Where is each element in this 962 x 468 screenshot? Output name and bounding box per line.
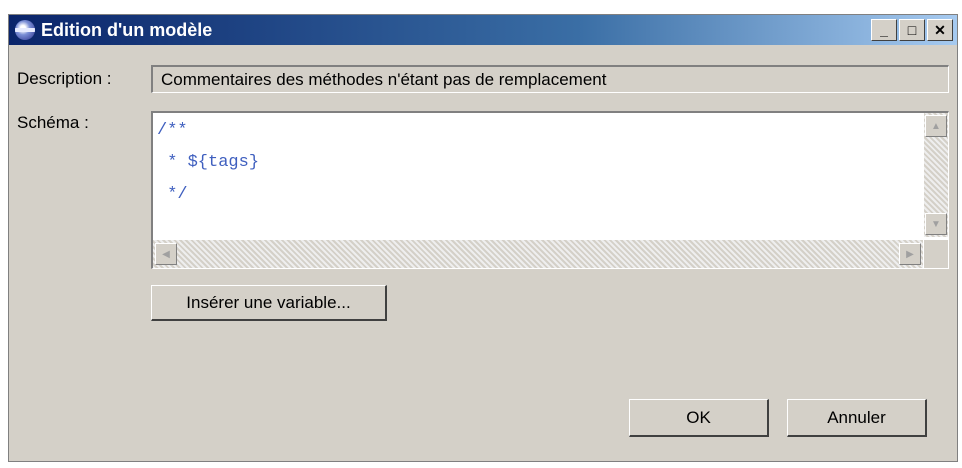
schema-label: Schéma : [17, 113, 89, 132]
scroll-left-icon[interactable]: ◀ [155, 243, 177, 265]
schema-editor[interactable]: /** * ${tags} */ ▲ ▼ ◀ ▶ [151, 111, 949, 269]
cancel-button[interactable]: Annuler [787, 399, 927, 437]
scrollbar-corner [924, 240, 948, 268]
insert-variable-button[interactable]: Insérer une variable... [151, 285, 387, 321]
eclipse-icon [15, 20, 35, 40]
maximize-button[interactable]: □ [899, 19, 925, 41]
scroll-up-icon[interactable]: ▲ [925, 115, 947, 137]
close-button[interactable]: ✕ [927, 19, 953, 41]
code-line: */ [157, 185, 188, 204]
minimize-button[interactable]: _ [871, 19, 897, 41]
title-bar[interactable]: Edition d'un modèle _ □ ✕ [9, 15, 957, 45]
scroll-right-icon[interactable]: ▶ [899, 243, 921, 265]
ok-button[interactable]: OK [629, 399, 769, 437]
schema-text[interactable]: /** * ${tags} */ [155, 115, 923, 235]
template-edit-dialog: Edition d'un modèle _ □ ✕ Description : … [8, 14, 958, 462]
code-line: /** [157, 121, 188, 140]
code-line: * ${tags} [157, 153, 260, 172]
dialog-title: Edition d'un modèle [41, 19, 213, 40]
vertical-scrollbar[interactable]: ▲ ▼ [924, 113, 948, 237]
scroll-down-icon[interactable]: ▼ [925, 213, 947, 235]
description-field[interactable]: Commentaires des méthodes n'étant pas de… [151, 65, 949, 93]
description-label: Description : [17, 69, 112, 88]
horizontal-scrollbar[interactable]: ◀ ▶ [153, 240, 923, 268]
